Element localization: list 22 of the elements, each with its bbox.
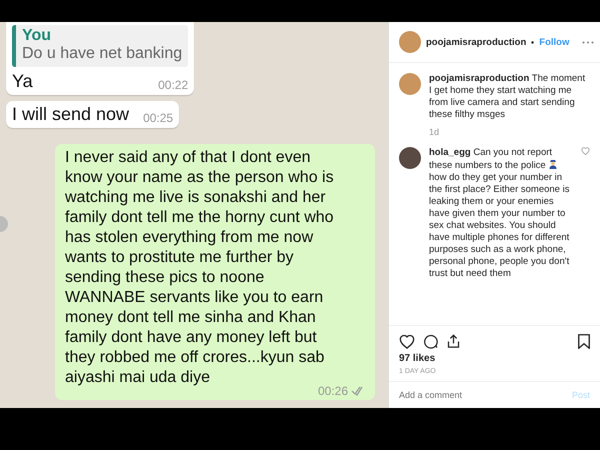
comment-text: hola_egg Can you not report these numbers to the police how do they get your number in the first place? Either someone is leaking them or your enemies have given them your number to sex chat websites. You should have multiple phones for different purposes such as a work phone, personal phone, people you don't trust but need them	[429, 147, 570, 280]
share-icon[interactable]	[446, 334, 461, 349]
caption-text: poojamisraproduction The moment I get home they start watching me from live camera and start sending these filthy msges	[429, 73, 586, 121]
police-officer-icon	[548, 159, 558, 169]
quote-author: You	[22, 27, 52, 45]
comment-icon[interactable]	[423, 334, 438, 349]
message-time: 00:26	[318, 384, 348, 398]
double-check-icon	[351, 386, 365, 396]
message-time: 00:25	[143, 111, 174, 125]
post-age: 1d	[429, 127, 440, 137]
quote-text: Do u have net banking	[22, 45, 182, 63]
message-text: I never said any of that I dont even know your name as the person who is watching me live is sonakshi and her family dont tell me the horny cunt who has stolen everything from me now wants to prostitute me further by sending these pics to noone WANNABE servants like you to earn money dont tell me sinha and Khan family dont have any money left but they robbed me off crores...kyun sab aiyashi mai uda diye	[65, 148, 335, 386]
bookmark-icon[interactable]	[578, 334, 590, 349]
message-text: Ya	[12, 71, 33, 92]
dot-separator-icon	[531, 40, 534, 44]
heart-icon[interactable]	[399, 334, 415, 349]
likes-count[interactable]: 97 likes	[389, 351, 600, 366]
username[interactable]: poojamisraproduction	[426, 36, 526, 48]
message-time: 00:22	[158, 78, 188, 92]
more-options-icon[interactable]	[582, 40, 594, 44]
message-text: I will send now	[12, 104, 130, 125]
avatar[interactable]	[399, 147, 421, 169]
